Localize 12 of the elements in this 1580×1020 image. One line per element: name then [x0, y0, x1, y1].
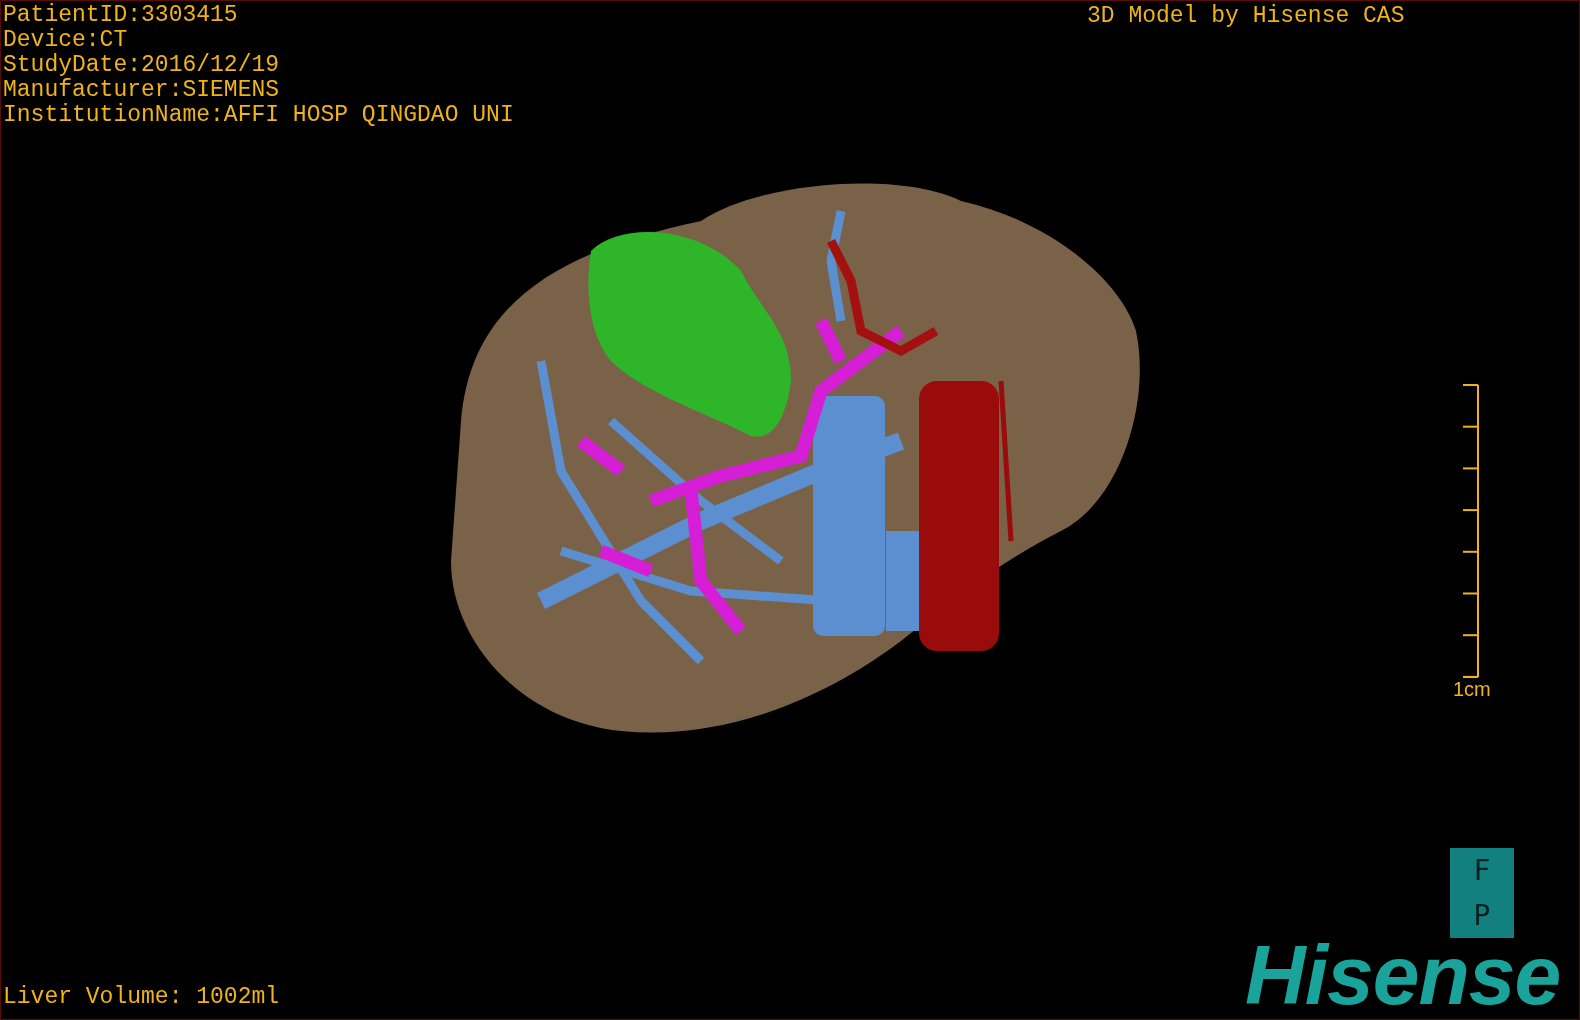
orientation-letter: F — [1473, 854, 1491, 887]
patient-info-text: PatientID:3303415 — [3, 3, 239, 28]
scale-label: 1cm — [1453, 678, 1491, 700]
patient-info-text: StudyDate:2016/12/19 — [3, 53, 281, 78]
scale-bar-icon — [1460, 384, 1481, 678]
patient-info-text: InstitutionName:AFFI HOSP QINGDAO UNI — [3, 103, 514, 128]
patient-info-text: Manufacturer:SIEMENS — [3, 78, 281, 103]
orientation-letter: P — [1473, 899, 1491, 932]
liver-volume-text: Liver Volume: 1002ml — [3, 985, 280, 1010]
model-credit-text: 3D Model by Hisense CAS — [1087, 4, 1405, 29]
patient-info-text: Device:CT — [3, 28, 129, 53]
logo: Hisense — [1245, 933, 1561, 1017]
